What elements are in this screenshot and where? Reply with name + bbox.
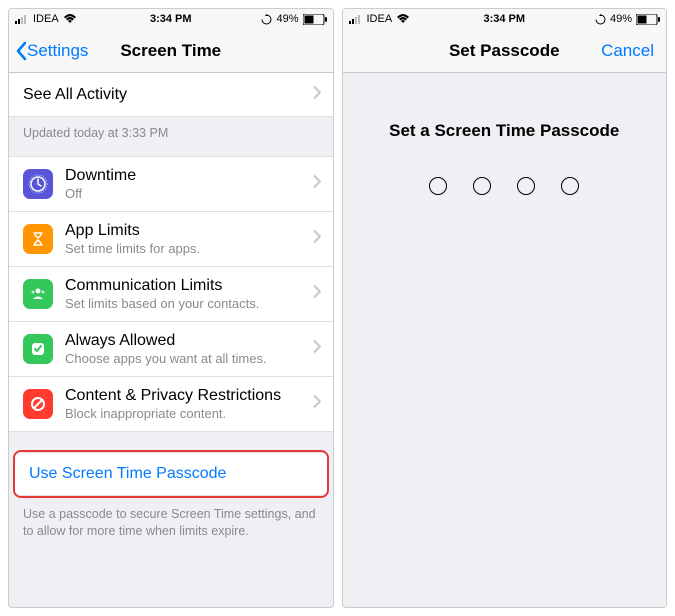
content-privacy-cell[interactable]: Content & Privacy Restrictions Block ina… [9, 377, 333, 432]
page-title: Screen Time [120, 41, 221, 61]
use-passcode-cell[interactable]: Use Screen Time Passcode [15, 452, 327, 496]
always-allowed-sub: Choose apps you want at all times. [65, 351, 319, 366]
passcode-footer: Use a passcode to secure Screen Time set… [9, 498, 333, 554]
downtime-icon [23, 169, 53, 199]
see-all-activity-cell[interactable]: See All Activity [9, 73, 333, 117]
signal-icon [15, 14, 29, 24]
passcode-dot [561, 177, 579, 195]
app-limits-title: App Limits [65, 222, 319, 240]
chevron-right-icon [313, 229, 321, 248]
chevron-right-icon [313, 174, 321, 193]
back-button[interactable]: Settings [15, 41, 88, 61]
page-title: Set Passcode [449, 41, 560, 61]
app-limits-cell[interactable]: App Limits Set time limits for apps. [9, 212, 333, 267]
back-label: Settings [27, 41, 88, 61]
set-passcode-screen: IDEA 3:34 PM 49% Set Passcode Cancel Set… [342, 8, 668, 608]
battery-icon [636, 14, 660, 25]
passcode-dot [429, 177, 447, 195]
carrier-label: IDEA [367, 13, 393, 25]
content-privacy-sub: Block inappropriate content. [65, 406, 319, 421]
carrier-label: IDEA [33, 13, 59, 25]
signal-icon [349, 14, 363, 24]
contacts-icon [23, 279, 53, 309]
clock: 3:34 PM [483, 13, 525, 25]
content-privacy-title: Content & Privacy Restrictions [65, 387, 319, 405]
hourglass-icon [23, 224, 53, 254]
app-limits-sub: Set time limits for apps. [65, 241, 319, 256]
chevron-right-icon [313, 339, 321, 358]
updated-label: Updated today at 3:33 PM [9, 117, 333, 156]
passcode-prompt: Set a Screen Time Passcode [343, 121, 667, 141]
communication-limits-title: Communication Limits [65, 277, 319, 295]
clock: 3:34 PM [150, 13, 192, 25]
battery-icon [303, 14, 327, 25]
downtime-sub: Off [65, 186, 319, 201]
no-entry-icon [23, 389, 53, 419]
highlight-annotation: Use Screen Time Passcode [13, 450, 329, 498]
passcode-dot [517, 177, 535, 195]
wifi-icon [396, 14, 410, 24]
status-bar: IDEA 3:34 PM 49% [9, 9, 333, 29]
check-shield-icon [23, 334, 53, 364]
sync-icon [595, 14, 606, 25]
battery-percent: 49% [610, 13, 632, 25]
cancel-button[interactable]: Cancel [601, 41, 654, 61]
status-bar: IDEA 3:34 PM 49% [343, 9, 667, 29]
see-all-activity-label: See All Activity [23, 86, 127, 104]
always-allowed-title: Always Allowed [65, 332, 319, 350]
chevron-right-icon [313, 284, 321, 303]
always-allowed-cell[interactable]: Always Allowed Choose apps you want at a… [9, 322, 333, 377]
use-passcode-label: Use Screen Time Passcode [29, 465, 226, 483]
nav-bar: Set Passcode Cancel [343, 29, 667, 73]
passcode-dot [473, 177, 491, 195]
wifi-icon [63, 14, 77, 24]
communication-limits-sub: Set limits based on your contacts. [65, 296, 319, 311]
communication-limits-cell[interactable]: Communication Limits Set limits based on… [9, 267, 333, 322]
downtime-title: Downtime [65, 167, 319, 185]
sync-icon [261, 14, 272, 25]
nav-bar: Settings Screen Time [9, 29, 333, 73]
screen-time-settings-screen: IDEA 3:34 PM 49% Settings Screen Time Se… [8, 8, 334, 608]
chevron-right-icon [313, 85, 321, 104]
passcode-dots[interactable] [343, 177, 667, 195]
chevron-right-icon [313, 394, 321, 413]
battery-percent: 49% [276, 13, 298, 25]
downtime-cell[interactable]: Downtime Off [9, 156, 333, 212]
